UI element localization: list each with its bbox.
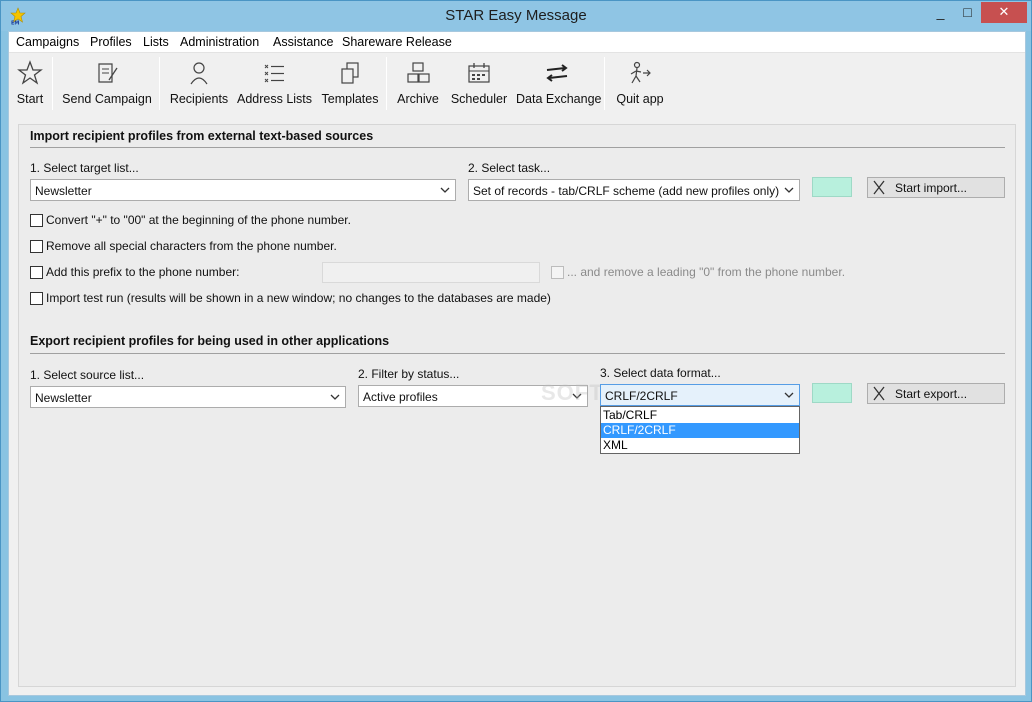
close-button[interactable]: ✕ [981, 2, 1027, 23]
data-format-select[interactable]: CRLF/2CRLF [600, 384, 800, 406]
test-run-label: Import test run (results will be shown i… [46, 291, 551, 305]
quit-app-label: Quit app [616, 92, 664, 106]
format-option-crlf-2crlf[interactable]: CRLF/2CRLF [601, 423, 799, 438]
data-exchange-button[interactable]: Data Exchange [516, 54, 602, 112]
start-export-button[interactable]: Start export... [867, 383, 1005, 404]
task-value: Set of records - tab/CRLF scheme (add ne… [473, 184, 780, 198]
menu-administration[interactable]: Administration [180, 35, 259, 49]
source-list-value: Newsletter [35, 391, 92, 405]
chevron-down-icon [440, 187, 450, 193]
templates-label: Templates [321, 92, 379, 106]
minimize-button[interactable]: _ [927, 2, 954, 23]
data-exchange-label: Data Exchange [516, 92, 602, 106]
add-prefix-label: Add this prefix to the phone number: [46, 265, 240, 279]
import-section-title: Import recipient profiles from external … [30, 129, 374, 143]
x-mark-icon [873, 180, 885, 195]
scheduler-label: Scheduler [450, 92, 508, 106]
export-section-title: Export recipient profiles for being used… [30, 334, 390, 348]
add-prefix-checkbox[interactable] [30, 266, 43, 279]
remove-special-checkbox[interactable] [30, 240, 43, 253]
test-run-checkbox[interactable] [30, 292, 43, 305]
format-option-tab-crlf[interactable]: Tab/CRLF [601, 408, 799, 423]
start-label: Start [16, 92, 44, 106]
export-divider [30, 353, 1005, 354]
target-list-value: Newsletter [35, 184, 92, 198]
toolbar-separator [386, 57, 387, 110]
start-button[interactable]: Start [12, 54, 48, 112]
recipients-label: Recipients [169, 92, 229, 106]
chevron-down-icon [784, 392, 794, 398]
prefix-input[interactable] [322, 262, 540, 283]
data-exchange-panel: Import recipient profiles from external … [18, 124, 1016, 687]
archive-button[interactable]: Archive [394, 54, 442, 112]
title-bar[interactable]: EM STAR Easy Message _ □ ✕ [1, 1, 1031, 31]
start-import-label: Start import... [895, 181, 968, 195]
chevron-down-icon [784, 187, 794, 193]
source-list-label: 1. Select source list... [30, 368, 145, 382]
export-status-swatch [812, 383, 852, 403]
menu-assistance[interactable]: Assistance [273, 35, 333, 49]
chevron-down-icon [330, 394, 340, 400]
window-title: STAR Easy Message [445, 7, 587, 24]
menu-bar: Campaigns Profiles Lists Administration … [9, 32, 1025, 53]
filter-status-value: Active profiles [363, 390, 438, 404]
format-option-xml[interactable]: XML [601, 438, 799, 453]
calendar-icon [468, 63, 490, 83]
send-campaign-label: Send Campaign [62, 92, 152, 106]
address-lists-label: Address Lists [237, 92, 313, 106]
address-lists-button[interactable]: Address Lists [237, 54, 313, 112]
x-mark-icon [873, 386, 885, 401]
toolbar-separator [604, 57, 605, 110]
import-divider [30, 147, 1005, 148]
scheduler-button[interactable]: Scheduler [449, 54, 509, 112]
menu-shareware-release[interactable]: Shareware Release [342, 35, 452, 49]
client-area: Campaigns Profiles Lists Administration … [8, 31, 1026, 696]
filter-status-label: 2. Filter by status... [358, 367, 460, 381]
app-window: EM STAR Easy Message _ □ ✕ Campaigns Pro… [0, 0, 1032, 702]
archive-label: Archive [397, 92, 439, 106]
star-icon [17, 60, 43, 85]
source-list-select[interactable]: Newsletter [30, 386, 346, 408]
data-format-dropdown: Tab/CRLF CRLF/2CRLF XML [600, 406, 800, 454]
data-format-label: 3. Select data format... [600, 366, 721, 380]
remove-leading-zero-label: ... and remove a leading "0" from the ph… [567, 265, 846, 279]
send-campaign-icon [98, 63, 118, 83]
templates-button[interactable]: Templates [318, 54, 382, 112]
send-campaign-button[interactable]: Send Campaign [62, 54, 152, 112]
task-label: 2. Select task... [468, 161, 551, 175]
import-status-swatch [812, 177, 852, 197]
menu-lists[interactable]: Lists [143, 35, 169, 49]
exchange-arrows-icon [546, 64, 568, 82]
recipients-button[interactable]: Recipients [168, 54, 230, 112]
menu-profiles[interactable]: Profiles [90, 35, 132, 49]
target-list-select[interactable]: Newsletter [30, 179, 456, 201]
recipient-person-icon [190, 62, 208, 85]
task-select[interactable]: Set of records - tab/CRLF scheme (add ne… [468, 179, 800, 201]
convert-plus-label: Convert "+" to "00" at the beginning of … [46, 213, 351, 227]
templates-icon [341, 62, 359, 84]
target-list-label: 1. Select target list... [30, 161, 139, 175]
remove-special-label: Remove all special characters from the p… [46, 239, 337, 253]
start-export-label: Start export... [895, 387, 968, 401]
exit-door-icon [630, 61, 651, 84]
archive-icon [407, 62, 430, 83]
maximize-button[interactable]: □ [954, 2, 981, 23]
toolbar: Start Send Campaign Recipients Address L… [9, 54, 1025, 116]
quit-app-button[interactable]: Quit app [612, 54, 668, 112]
toolbar-separator [52, 57, 53, 110]
data-format-value: CRLF/2CRLF [605, 389, 678, 403]
remove-leading-zero-checkbox[interactable] [551, 266, 564, 279]
toolbar-separator [159, 57, 160, 110]
start-import-button[interactable]: Start import... [867, 177, 1005, 198]
menu-campaigns[interactable]: Campaigns [16, 35, 79, 49]
list-icon [264, 64, 284, 83]
convert-plus-checkbox[interactable] [30, 214, 43, 227]
